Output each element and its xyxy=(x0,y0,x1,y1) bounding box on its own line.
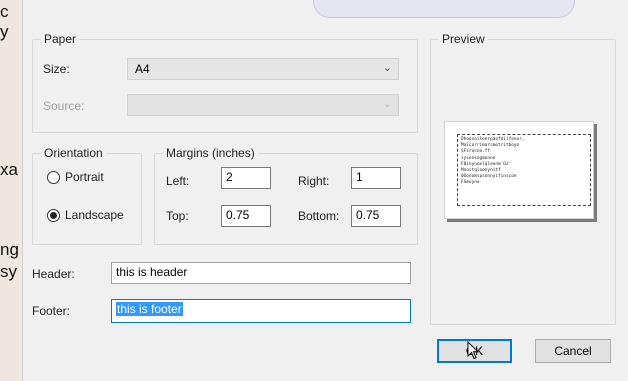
top-margin-input[interactable]: 0.75 xyxy=(221,205,271,227)
bottom-margin-input[interactable]: 0.75 xyxy=(351,205,401,227)
portrait-radio[interactable] xyxy=(47,171,60,184)
footer-label: Footer: xyxy=(32,304,71,318)
source-label: Source: xyxy=(43,99,85,113)
right-margin-value: 1 xyxy=(356,170,363,184)
top-margin-label: Top: xyxy=(166,209,189,223)
header-label: Header: xyxy=(32,267,75,281)
right-margin-label: Right: xyxy=(298,174,330,188)
size-label: Size: xyxy=(43,62,70,76)
background-text-5: sy xyxy=(0,262,17,281)
source-select[interactable]: ⌄ xyxy=(127,94,399,116)
left-margin-label: Left: xyxy=(166,174,190,188)
bottom-margin-value: 0.75 xyxy=(356,208,380,222)
background-text-2: y xyxy=(0,22,9,41)
left-margin-input[interactable]: 2 xyxy=(221,167,271,189)
background-text-4: ng xyxy=(0,240,19,259)
right-margin-input[interactable]: 1 xyxy=(351,167,401,189)
orientation-group: Orientation xyxy=(32,146,142,245)
bottom-margin-label: Bottom: xyxy=(298,209,340,223)
page-setup-dialog: Paper Size: A4 ⌄ Source: ⌄ Orientation P… xyxy=(22,0,628,381)
background-text-1: c xyxy=(0,2,9,21)
margins-group-label: Margins (inches) xyxy=(163,146,258,160)
radio-selected-dot xyxy=(50,212,57,219)
preview-sample-text: Dhoovoiloerpaofdiifenor, Maicorrimarsmot… xyxy=(457,134,591,206)
mouse-pointer-icon xyxy=(467,341,479,360)
header-input[interactable]: this is header xyxy=(111,262,411,284)
size-select-value: A4 xyxy=(135,62,150,76)
size-select[interactable]: A4 ⌄ xyxy=(127,58,399,80)
chevron-down-icon: ⌄ xyxy=(382,62,392,74)
header-value: this is header xyxy=(116,265,188,279)
orientation-group-label: Orientation xyxy=(41,146,106,160)
background-logo-shape xyxy=(313,0,575,18)
footer-value-wrapper: this is footer xyxy=(116,302,183,316)
footer-value: this is footer xyxy=(116,302,183,316)
footer-input[interactable]: this is footer xyxy=(111,299,411,323)
paper-group-label: Paper xyxy=(41,32,80,46)
top-margin-value: 0.75 xyxy=(226,208,250,222)
background-text-3: xa xyxy=(0,160,18,179)
portrait-label[interactable]: Portrait xyxy=(65,170,104,184)
landscape-radio[interactable] xyxy=(47,209,60,222)
preview-group-label: Preview xyxy=(439,32,488,46)
chevron-down-icon: ⌄ xyxy=(382,98,392,110)
left-margin-value: 2 xyxy=(226,170,233,184)
paper-group: Paper xyxy=(32,32,418,133)
landscape-label[interactable]: Landscape xyxy=(65,208,124,222)
cancel-button[interactable]: Cancel xyxy=(535,339,611,363)
preview-page: Dhoovoiloerpaofdiifenor, Maicorrimarsmot… xyxy=(444,121,594,219)
